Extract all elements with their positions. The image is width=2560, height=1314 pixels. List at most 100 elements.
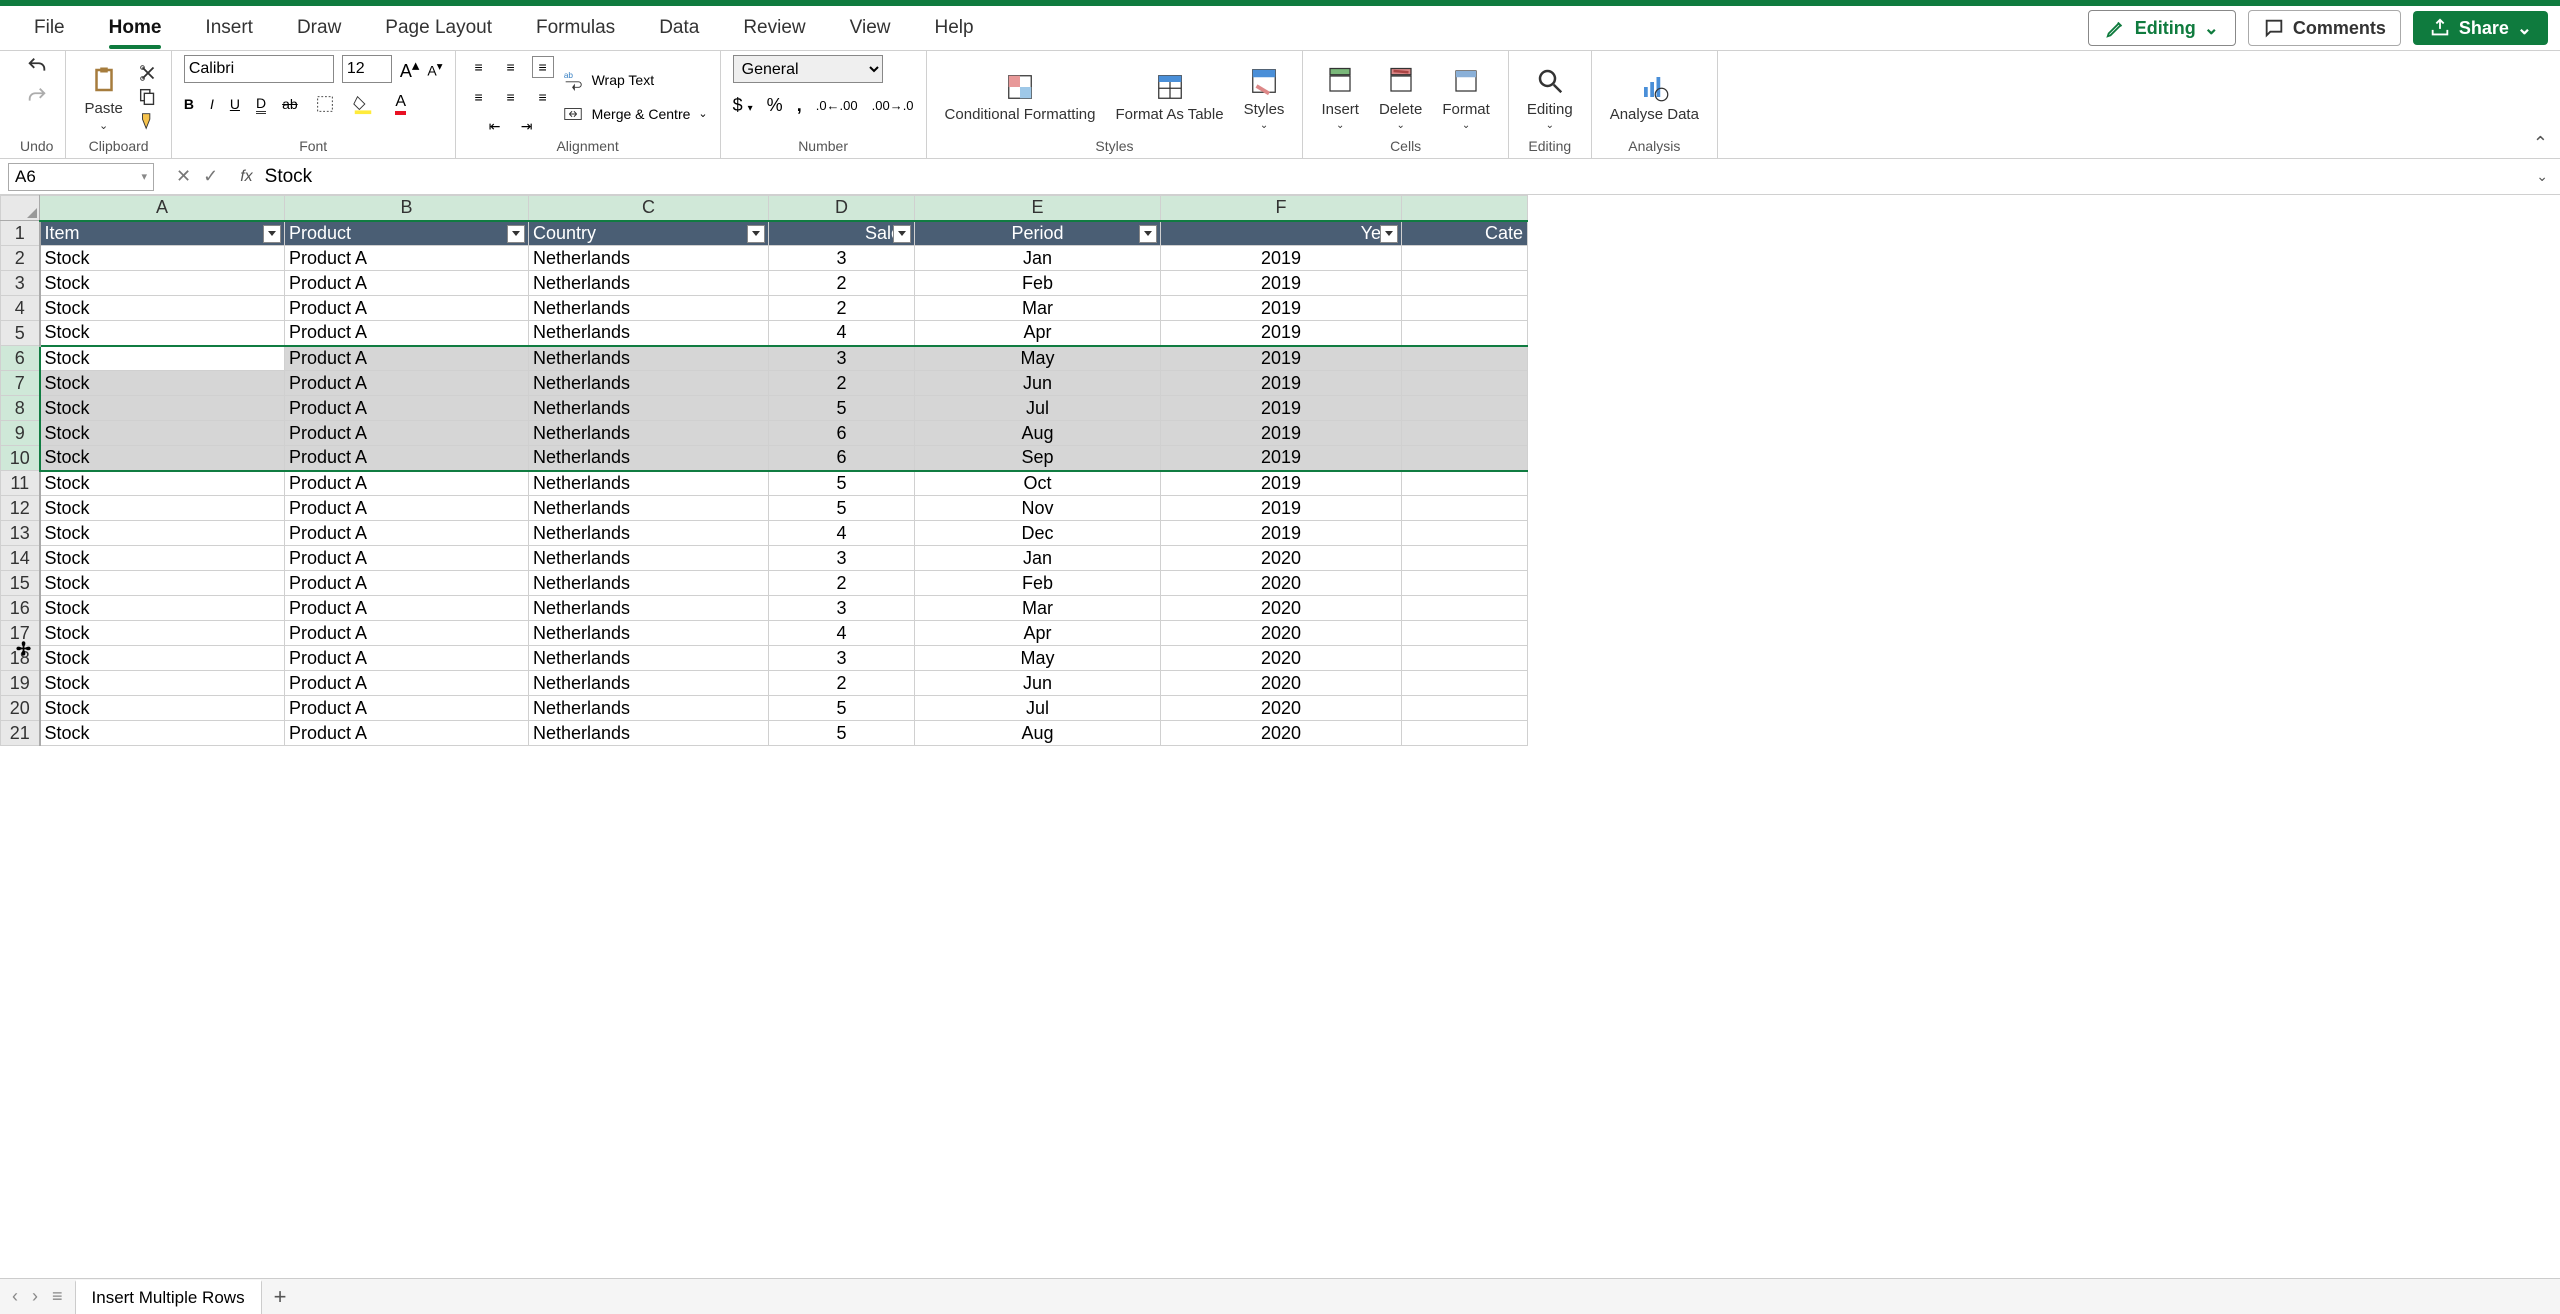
cell[interactable] xyxy=(1402,646,1528,671)
cell[interactable]: 2 xyxy=(769,371,915,396)
cell[interactable]: May xyxy=(915,646,1161,671)
cell[interactable]: 2019 xyxy=(1161,321,1402,346)
align-left-icon[interactable]: ≡ xyxy=(468,86,490,108)
row-header[interactable]: 21 xyxy=(1,721,40,746)
cell[interactable]: Netherlands xyxy=(529,621,769,646)
row-header[interactable]: 10 xyxy=(1,446,40,471)
decrease-font-icon[interactable]: A▾ xyxy=(427,59,442,79)
cell[interactable] xyxy=(1402,446,1528,471)
decrease-indent-icon[interactable]: ⇤ xyxy=(484,116,506,138)
cell[interactable]: Netherlands xyxy=(529,421,769,446)
cell[interactable] xyxy=(1402,696,1528,721)
menu-tab-insert[interactable]: Insert xyxy=(183,9,275,47)
format-cells-button[interactable]: Format ⌄ xyxy=(1436,61,1496,133)
table-header-cell[interactable]: Country xyxy=(529,221,769,246)
table-header-cell[interactable]: Product xyxy=(285,221,529,246)
row-header[interactable]: 16 xyxy=(1,596,40,621)
cell[interactable]: Netherlands xyxy=(529,321,769,346)
cell[interactable]: Jun xyxy=(915,671,1161,696)
filter-dropdown-icon[interactable] xyxy=(507,225,525,243)
undo-icon[interactable] xyxy=(26,55,48,77)
cell[interactable]: Product A xyxy=(285,546,529,571)
cell[interactable]: Stock xyxy=(40,671,285,696)
menu-tab-review[interactable]: Review xyxy=(721,9,827,47)
add-sheet-icon[interactable]: + xyxy=(274,1284,287,1310)
cell[interactable]: Product A xyxy=(285,521,529,546)
align-right-icon[interactable]: ≡ xyxy=(532,86,554,108)
cell[interactable]: 2 xyxy=(769,571,915,596)
editing-button[interactable]: Editing ⌄ xyxy=(1521,61,1579,133)
menu-tab-data[interactable]: Data xyxy=(637,9,721,47)
cell[interactable]: 5 xyxy=(769,396,915,421)
row-header[interactable]: 17 xyxy=(1,621,40,646)
cell[interactable]: Stock xyxy=(40,596,285,621)
menu-tab-formulas[interactable]: Formulas xyxy=(514,9,637,47)
cell[interactable]: Stock xyxy=(40,396,285,421)
analyse-data-button[interactable]: Analyse Data xyxy=(1604,67,1705,126)
cell[interactable]: Netherlands xyxy=(529,546,769,571)
cell[interactable]: Product A xyxy=(285,346,529,371)
row-header[interactable]: 15 xyxy=(1,571,40,596)
cell[interactable]: Product A xyxy=(285,596,529,621)
column-header[interactable]: B xyxy=(285,196,529,221)
cell[interactable]: Product A xyxy=(285,396,529,421)
cell[interactable]: 2019 xyxy=(1161,496,1402,521)
table-header-cell[interactable]: Sales xyxy=(769,221,915,246)
copy-icon[interactable] xyxy=(137,86,159,108)
cell[interactable]: 2020 xyxy=(1161,596,1402,621)
cell[interactable]: 6 xyxy=(769,446,915,471)
cell[interactable]: 3 xyxy=(769,246,915,271)
cell[interactable]: 3 xyxy=(769,646,915,671)
cell[interactable] xyxy=(1402,246,1528,271)
cell[interactable]: 2020 xyxy=(1161,621,1402,646)
cell[interactable]: Product A xyxy=(285,421,529,446)
increase-font-icon[interactable]: A▴ xyxy=(400,56,420,82)
borders-button[interactable] xyxy=(314,93,336,115)
cell[interactable]: Netherlands xyxy=(529,721,769,746)
cell[interactable]: Netherlands xyxy=(529,521,769,546)
filter-dropdown-icon[interactable] xyxy=(747,225,765,243)
paste-button[interactable]: Paste ⌄ xyxy=(78,60,128,134)
table-header-cell[interactable]: Cate xyxy=(1402,221,1528,246)
table-header-cell[interactable]: Period xyxy=(915,221,1161,246)
cell[interactable]: 2019 xyxy=(1161,471,1402,496)
formula-input[interactable] xyxy=(261,166,2525,188)
menu-tab-page-layout[interactable]: Page Layout xyxy=(363,9,514,47)
cell[interactable]: 2019 xyxy=(1161,346,1402,371)
row-header[interactable]: 8 xyxy=(1,396,40,421)
cell[interactable]: Stock xyxy=(40,521,285,546)
filter-dropdown-icon[interactable] xyxy=(1139,225,1157,243)
cell[interactable] xyxy=(1402,371,1528,396)
cell[interactable]: Netherlands xyxy=(529,571,769,596)
column-header[interactable]: C xyxy=(529,196,769,221)
cell[interactable]: Stock xyxy=(40,571,285,596)
column-header[interactable]: D xyxy=(769,196,915,221)
cell[interactable]: Mar xyxy=(915,596,1161,621)
cell[interactable]: Dec xyxy=(915,521,1161,546)
cell[interactable]: Oct xyxy=(915,471,1161,496)
cell[interactable]: 2019 xyxy=(1161,396,1402,421)
cell[interactable]: Aug xyxy=(915,721,1161,746)
cell[interactable]: Stock xyxy=(40,721,285,746)
row-header[interactable]: 18 xyxy=(1,646,40,671)
filter-dropdown-icon[interactable] xyxy=(1380,225,1398,243)
cell[interactable]: Stock xyxy=(40,421,285,446)
collapse-ribbon-icon[interactable]: ⌃ xyxy=(2533,133,2548,154)
cell[interactable]: Stock xyxy=(40,696,285,721)
menu-tab-draw[interactable]: Draw xyxy=(275,9,363,47)
cell[interactable]: Netherlands xyxy=(529,346,769,371)
cell[interactable]: Netherlands xyxy=(529,696,769,721)
row-header[interactable]: 13 xyxy=(1,521,40,546)
sheet-prev-icon[interactable]: ‹ xyxy=(12,1286,18,1307)
cell[interactable]: 2019 xyxy=(1161,421,1402,446)
wrap-text-button[interactable]: ab Wrap Text xyxy=(562,69,655,91)
table-header-cell[interactable]: Item xyxy=(40,221,285,246)
cell[interactable]: Netherlands xyxy=(529,371,769,396)
column-header[interactable]: A xyxy=(40,196,285,221)
expand-formula-bar-icon[interactable]: ⌄ xyxy=(2524,168,2560,185)
cell[interactable]: Feb xyxy=(915,571,1161,596)
cell[interactable]: Product A xyxy=(285,646,529,671)
cell[interactable]: 5 xyxy=(769,496,915,521)
row-header[interactable]: 4 xyxy=(1,296,40,321)
cell[interactable]: Stock xyxy=(40,496,285,521)
